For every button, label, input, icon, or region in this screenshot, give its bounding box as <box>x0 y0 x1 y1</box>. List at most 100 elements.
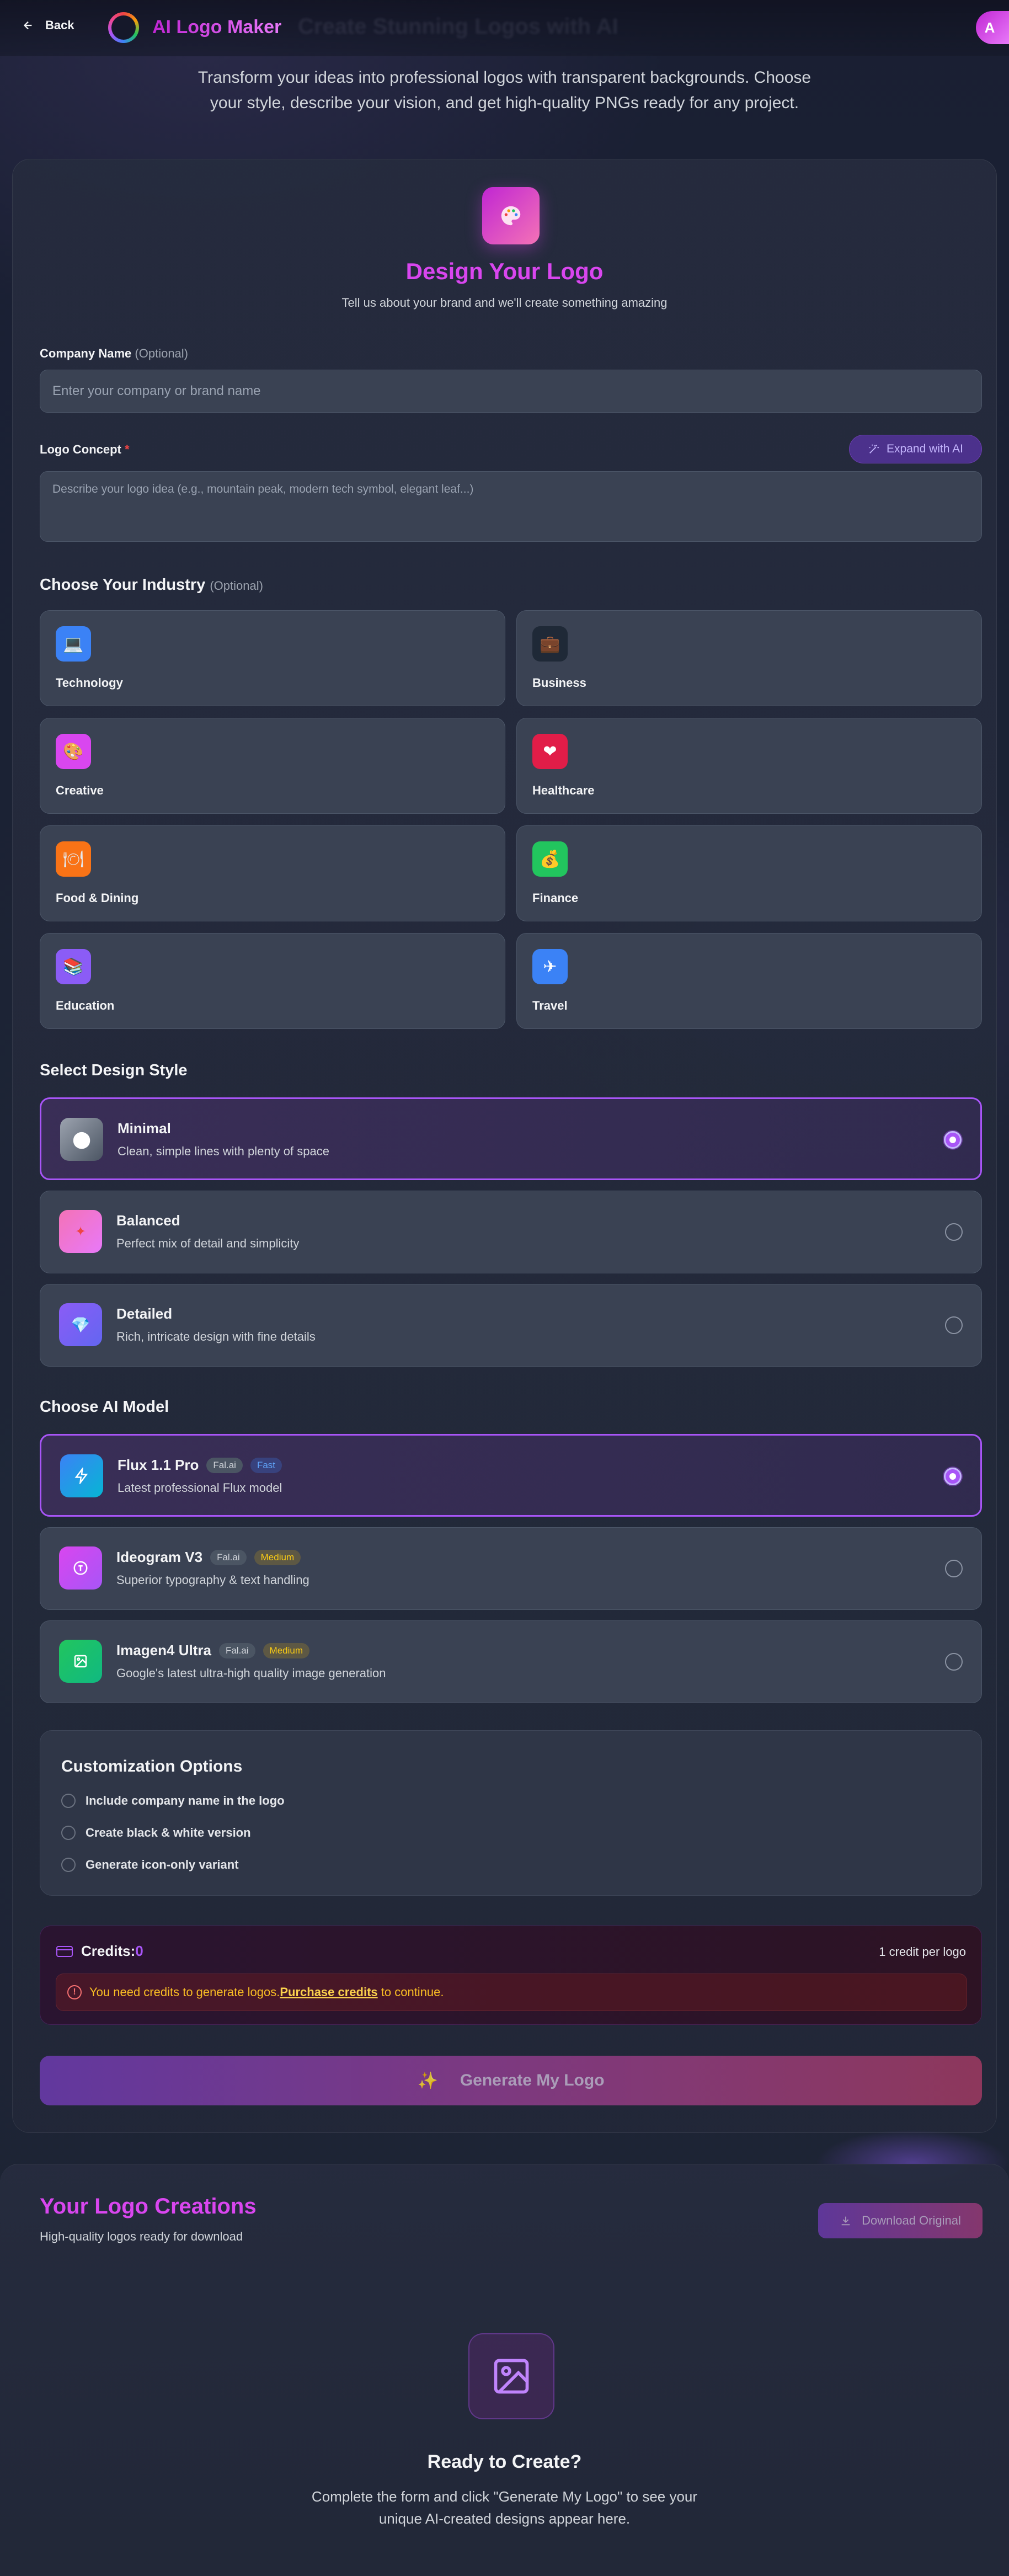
option-label: Generate icon-only variant <box>86 1858 239 1871</box>
credits-panel: Credits:0 1 credit per logo ! You need c… <box>40 1926 982 2025</box>
brand-name[interactable]: AI Logo Maker <box>152 17 281 38</box>
logo-concept-label: Logo Concept * <box>40 442 130 457</box>
model-radio[interactable] <box>945 1560 963 1577</box>
ready-line-2: unique AI-created designs appear here. <box>378 2510 631 2527</box>
sparkles-icon: ✨ <box>417 2071 438 2090</box>
style-option-detailed[interactable]: 💎 Detailed Rich, intricate design with f… <box>40 1284 982 1367</box>
model-radio[interactable] <box>945 1653 963 1671</box>
download-label: Download Original <box>862 2214 961 2227</box>
checkbox[interactable] <box>61 1794 76 1808</box>
provider-badge: Fal.ai <box>206 1457 243 1473</box>
industry-card-travel[interactable]: ✈ Travel <box>516 933 982 1029</box>
warning-text-end: to continue. <box>377 1985 444 1999</box>
style-description: Perfect mix of detail and simplicity <box>116 1236 300 1250</box>
option-black-white[interactable]: Create black & white version <box>61 1826 251 1840</box>
image-placeholder-icon <box>468 2333 554 2419</box>
model-radio[interactable] <box>944 1468 962 1485</box>
model-option-imagen[interactable]: Imagen4 Ultra Fal.ai Medium Google's lat… <box>40 1620 982 1703</box>
intro-text: Transform your ideas into professional l… <box>0 65 1009 116</box>
industry-name: Business <box>532 676 586 690</box>
generate-logo-button[interactable]: ✨ Generate My Logo <box>40 2056 982 2105</box>
intro-line-2: your style, describe your vision, and ge… <box>210 94 799 112</box>
customization-panel: Customization Options Include company na… <box>40 1730 982 1896</box>
checkbox[interactable] <box>61 1858 76 1872</box>
option-include-company-name[interactable]: Include company name in the logo <box>61 1794 285 1808</box>
model-title: Flux 1.1 Pro Fal.ai Fast <box>118 1457 282 1474</box>
palette-icon <box>482 187 540 244</box>
credits-count: 0 <box>135 1943 143 1959</box>
credit-card-icon <box>56 1945 73 1957</box>
company-name-input[interactable]: Enter your company or brand name <box>40 370 982 413</box>
design-style-title: Select Design Style <box>40 1062 188 1079</box>
provider-badge: Fal.ai <box>210 1549 247 1565</box>
option-label: Create black & white version <box>86 1826 251 1839</box>
style-option-balanced[interactable]: ✦ Balanced Perfect mix of detail and sim… <box>40 1191 982 1273</box>
model-name: Ideogram V3 <box>116 1549 203 1565</box>
design-subtitle: Tell us about your brand and we'll creat… <box>341 296 668 310</box>
style-radio[interactable] <box>945 1316 963 1334</box>
industry-name: Creative <box>56 783 104 797</box>
provider-badge: Fal.ai <box>218 1642 255 1658</box>
model-option-flux[interactable]: Flux 1.1 Pro Fal.ai Fast Latest professi… <box>40 1434 982 1517</box>
back-button[interactable]: Back <box>22 18 74 33</box>
star-icon: ✦ <box>59 1210 102 1253</box>
ready-description: Complete the form and click "Generate My… <box>0 2486 1009 2530</box>
industry-name: Food & Dining <box>56 891 139 905</box>
model-description: Latest professional Flux model <box>118 1481 282 1495</box>
download-original-button[interactable]: Download Original <box>818 2203 983 2238</box>
model-title: Imagen4 Ultra Fal.ai Medium <box>116 1642 309 1659</box>
image-icon <box>59 1640 102 1683</box>
airplane-icon: ✈ <box>532 949 568 984</box>
industry-card-technology[interactable]: 💻 Technology <box>40 610 505 706</box>
industry-name: Travel <box>532 999 568 1012</box>
logo-creations-panel: Your Logo Creations High-quality logos r… <box>0 2164 1009 2576</box>
page-heading-faded: Create Stunning Logos with AI <box>298 14 618 39</box>
industry-card-education[interactable]: 📚 Education <box>40 933 505 1029</box>
logo-concept-label-text: Logo Concept <box>40 442 121 456</box>
credits-header: Credits:0 <box>56 1943 143 1960</box>
style-description: Rich, intricate design with fine details <box>116 1330 316 1343</box>
books-icon: 📚 <box>56 949 91 984</box>
company-name-placeholder: Enter your company or brand name <box>52 383 261 398</box>
purchase-credits-link[interactable]: Purchase credits <box>280 1985 377 1999</box>
gem-icon: 💎 <box>59 1303 102 1346</box>
style-name: Balanced <box>116 1212 180 1229</box>
logo-concept-textarea[interactable]: Describe your logo idea (e.g., mountain … <box>40 471 982 542</box>
industry-card-food-dining[interactable]: 🍽 Food & Dining <box>40 825 505 921</box>
industry-name: Healthcare <box>532 783 595 797</box>
industry-optional: (Optional) <box>210 579 263 593</box>
customization-title: Customization Options <box>61 1757 243 1775</box>
model-name: Imagen4 Ultra <box>116 1642 211 1658</box>
option-label: Include company name in the logo <box>86 1794 285 1807</box>
required-marker: * <box>125 442 130 456</box>
style-description: Clean, simple lines with plenty of space <box>118 1144 329 1158</box>
arrow-left-icon <box>23 21 32 30</box>
ai-model-title: Choose AI Model <box>40 1398 169 1416</box>
style-name: Detailed <box>116 1305 173 1322</box>
checkbox[interactable] <box>61 1826 76 1840</box>
laptop-icon: 💻 <box>56 626 91 662</box>
magic-wand-icon <box>869 444 879 454</box>
industry-card-finance[interactable]: 💰 Finance <box>516 825 982 921</box>
avatar[interactable]: A <box>976 11 1009 44</box>
style-radio[interactable] <box>944 1131 962 1149</box>
ready-line-1: Complete the form and click "Generate My… <box>311 2488 698 2505</box>
style-option-minimal[interactable]: ⬤ Minimal Clean, simple lines with plent… <box>40 1097 982 1180</box>
option-icon-only[interactable]: Generate icon-only variant <box>61 1858 239 1872</box>
ready-title: Ready to Create? <box>427 2451 582 2472</box>
industry-title: Choose Your Industry <box>40 576 206 594</box>
expand-with-ai-button[interactable]: Expand with AI <box>849 435 982 463</box>
circle-icon: ⬤ <box>60 1118 103 1161</box>
warning-text: You need credits to generate logos. <box>89 1985 280 1999</box>
style-radio[interactable] <box>945 1223 963 1241</box>
speed-badge: Medium <box>254 1549 301 1565</box>
model-option-ideogram[interactable]: Ideogram V3 Fal.ai Medium Superior typog… <box>40 1527 982 1610</box>
plate-icon: 🍽 <box>56 841 91 877</box>
intro-line-1: Transform your ideas into professional l… <box>197 68 812 87</box>
type-icon <box>59 1546 102 1590</box>
design-title: Design Your Logo <box>405 258 604 284</box>
industry-card-healthcare[interactable]: ❤ Healthcare <box>516 718 982 814</box>
industry-card-business[interactable]: 💼 Business <box>516 610 982 706</box>
expand-with-ai-label: Expand with AI <box>887 442 963 455</box>
industry-card-creative[interactable]: 🎨 Creative <box>40 718 505 814</box>
